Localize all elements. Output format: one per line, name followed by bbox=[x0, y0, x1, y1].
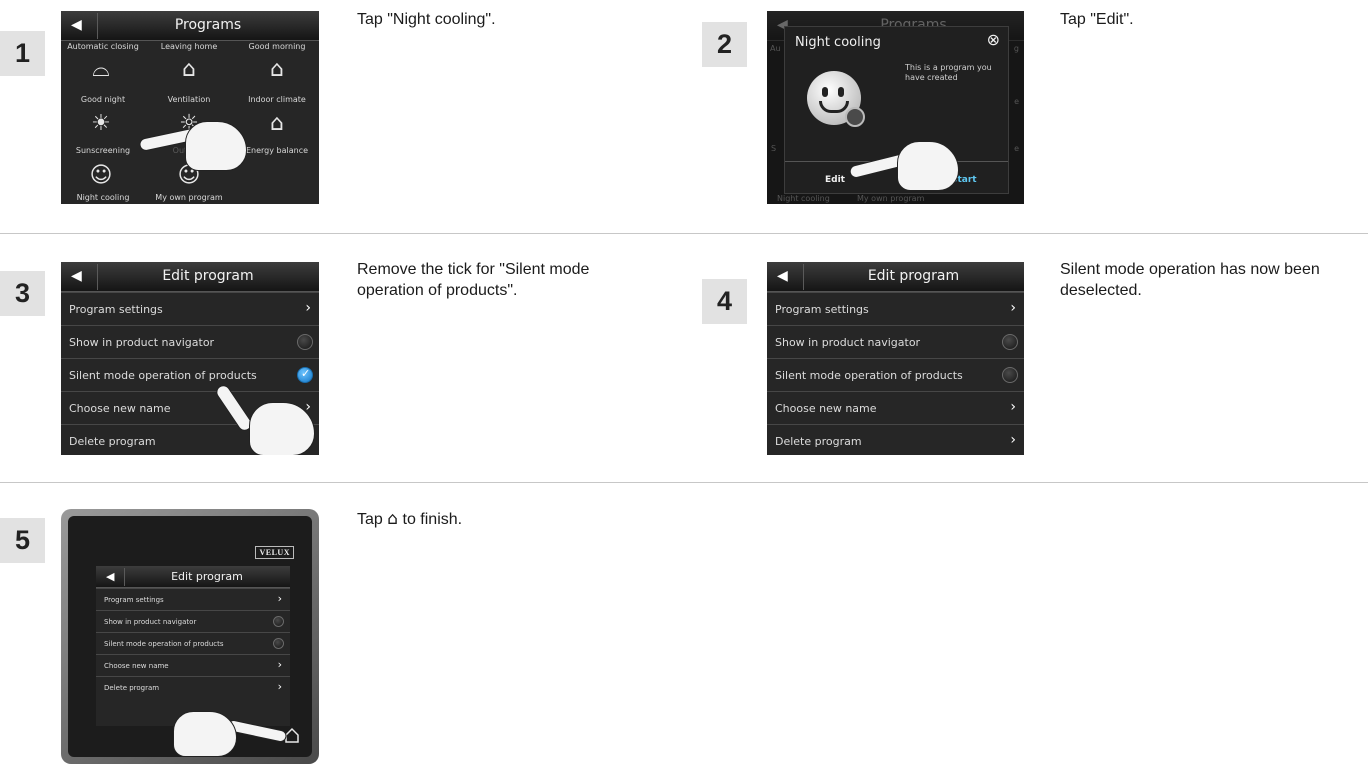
pointing-hand-icon bbox=[138, 119, 249, 179]
row-delete-program[interactable]: Delete program› bbox=[96, 676, 290, 698]
dialog-edit-button[interactable]: Edit bbox=[825, 175, 845, 185]
dialog-bg-item-night-cooling: Night cooling bbox=[777, 194, 830, 203]
step-5-text-post: to finish. bbox=[402, 511, 463, 528]
back-arrow-icon[interactable]: ◀ bbox=[106, 570, 122, 584]
step-5-badge: 5 bbox=[0, 518, 45, 563]
row-silent-mode[interactable]: Silent mode operation of products bbox=[767, 358, 1024, 391]
programs-screen: ◀ Programs Automatic closing Leaving hom… bbox=[61, 11, 319, 204]
pointing-hand-icon bbox=[173, 711, 288, 759]
device-frame: VELUX ◀ Edit program Program settings › S… bbox=[61, 509, 319, 764]
step-2-badge: 2 bbox=[702, 22, 747, 67]
step-4-instruction: Silent mode operation has now been desel… bbox=[1060, 261, 1320, 299]
chevron-right-icon: › bbox=[277, 592, 282, 605]
program-indoor-climate[interactable]: Indoor climate bbox=[235, 95, 319, 104]
sunscreen-icon: ☀ bbox=[91, 111, 111, 136]
house-temp-icon: ⌂ bbox=[270, 57, 284, 82]
step-5-instruction: Tap ⌂ to finish. bbox=[357, 509, 657, 530]
pointing-hand-icon bbox=[213, 374, 319, 455]
step-1-instruction: Tap "Night cooling". bbox=[357, 11, 496, 28]
velux-logo: VELUX bbox=[255, 546, 294, 559]
device-screen: ◀ Edit program Program settings › Show in… bbox=[96, 566, 290, 726]
edit-program-title: Edit program bbox=[171, 570, 243, 583]
chevron-right-icon: › bbox=[277, 680, 282, 693]
device-bezel: VELUX ◀ Edit program Program settings › S… bbox=[68, 516, 312, 757]
program-good-morning[interactable]: Good morning bbox=[235, 42, 319, 51]
edit-program-header: ◀ Edit program bbox=[96, 566, 290, 588]
checkbox-unchecked[interactable] bbox=[1002, 334, 1018, 350]
dialog-title: Night cooling bbox=[795, 35, 881, 50]
bed-icon: ⌓ bbox=[92, 57, 110, 82]
dialog-bg-partial-left-2: S bbox=[771, 144, 777, 153]
dialog-screen: ◀ Programs Au g e S e Night cooling ⊗ Th… bbox=[767, 11, 1024, 204]
back-arrow-icon[interactable]: ◀ bbox=[71, 269, 87, 283]
close-icon[interactable]: ⊗ bbox=[987, 32, 1000, 48]
edit-program-header: ◀ Edit program bbox=[767, 262, 1024, 292]
checkbox-unchecked[interactable] bbox=[273, 638, 284, 649]
chevron-right-icon: › bbox=[277, 658, 282, 671]
dialog-description: This is a program you have created bbox=[905, 63, 992, 82]
row-program-settings[interactable]: Program settings › bbox=[61, 292, 319, 325]
row-program-settings[interactable]: Program settings › bbox=[96, 588, 290, 610]
chevron-right-icon: › bbox=[1010, 399, 1016, 415]
step-3-instruction: Remove the tick for "Silent mode operati… bbox=[357, 261, 590, 299]
clock-icon bbox=[845, 107, 865, 127]
smiley-icon: ☺ bbox=[89, 163, 113, 188]
row-silent-mode[interactable]: Silent mode operation of products bbox=[96, 632, 290, 654]
chevron-right-icon: › bbox=[1010, 432, 1016, 448]
back-arrow-icon[interactable]: ◀ bbox=[71, 18, 87, 32]
edit-program-screen-unchecked: ◀ Edit program Program settings › Show in… bbox=[767, 262, 1024, 455]
step-2-instruction: Tap "Edit". bbox=[1060, 11, 1134, 28]
row-show-in-product-navigator[interactable]: Show in product navigator bbox=[767, 325, 1024, 358]
checkbox-unchecked[interactable] bbox=[1002, 367, 1018, 383]
row-show-in-product-navigator[interactable]: Show in product navigator bbox=[96, 610, 290, 632]
dialog-bg-partial-right-2: e bbox=[1014, 97, 1019, 106]
divider-1 bbox=[0, 233, 1368, 234]
house-vent-icon: ⌂ bbox=[182, 57, 196, 82]
dialog-bg-partial-left: Au bbox=[770, 44, 781, 53]
step-3-badge: 3 bbox=[0, 271, 45, 316]
chevron-right-icon: › bbox=[1010, 300, 1016, 316]
dialog-bg-partial-right: g bbox=[1013, 44, 1019, 53]
edit-program-screen-checked: ◀ Edit program Program settings › Show in… bbox=[61, 262, 319, 455]
program-leaving-home[interactable]: Leaving home bbox=[147, 42, 231, 51]
dialog-bg-partial-right-3: e bbox=[1014, 144, 1019, 153]
row-choose-new-name[interactable]: Choose new name › bbox=[96, 654, 290, 676]
program-night-cooling[interactable]: Night cooling bbox=[61, 193, 145, 202]
row-show-in-product-navigator[interactable]: Show in product navigator bbox=[61, 325, 319, 358]
row-program-settings[interactable]: Program settings › bbox=[767, 292, 1024, 325]
step-4-badge: 4 bbox=[702, 279, 747, 324]
chevron-right-icon: › bbox=[305, 300, 311, 316]
energy-icon: ⌂ bbox=[270, 111, 284, 136]
smiley-icon bbox=[807, 71, 865, 127]
programs-header: ◀ Programs bbox=[61, 11, 319, 41]
step-1-badge: 1 bbox=[0, 31, 45, 76]
programs-title: Programs bbox=[174, 17, 242, 33]
row-delete-program[interactable]: Delete program› bbox=[767, 424, 1024, 455]
checkbox-unchecked[interactable] bbox=[273, 616, 284, 627]
edit-program-header: ◀ Edit program bbox=[61, 262, 319, 292]
edit-program-title: Edit program bbox=[162, 268, 254, 284]
home-icon: ⌂ bbox=[387, 509, 399, 529]
checkbox-unchecked[interactable] bbox=[297, 334, 313, 350]
back-arrow-icon[interactable]: ◀ bbox=[777, 269, 793, 283]
step-5-text-pre: Tap bbox=[357, 511, 383, 528]
program-my-own-program[interactable]: My own program bbox=[147, 193, 231, 202]
program-ventilation[interactable]: Ventilation bbox=[147, 95, 231, 104]
program-automatic-closing[interactable]: Automatic closing bbox=[61, 42, 145, 51]
edit-program-title: Edit program bbox=[867, 268, 960, 284]
pointing-hand-icon bbox=[848, 139, 961, 199]
program-good-night[interactable]: Good night bbox=[61, 95, 145, 104]
program-sunscreening[interactable]: Sunscreening bbox=[61, 146, 145, 155]
divider-2 bbox=[0, 482, 1368, 483]
row-choose-new-name[interactable]: Choose new name › bbox=[767, 391, 1024, 424]
